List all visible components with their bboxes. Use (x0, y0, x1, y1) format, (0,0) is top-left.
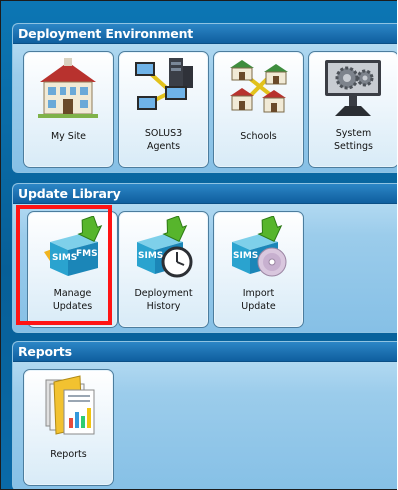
import-update-tile[interactable]: SIMS Import Update (213, 211, 304, 328)
schools-tile[interactable]: Schools (213, 51, 304, 168)
reports-icon (45, 375, 95, 435)
my-site-label: My Site (50, 131, 87, 142)
sims-badge-text: SIMS (233, 251, 258, 261)
deployment-history-tile[interactable]: SIMS Deployment History (118, 211, 209, 328)
section-header-reports: Reports (13, 342, 397, 362)
deployment-history-icon: SIMS (137, 216, 193, 278)
schools-network-icon (230, 60, 288, 113)
school-house-icon (38, 58, 98, 118)
deployment-environment-section: Deployment Environment My Site SOLUS3 Ag… (12, 23, 397, 173)
my-site-tile[interactable]: My Site (23, 51, 114, 168)
reports-label: Reports (50, 449, 87, 460)
solus3-agents-tile[interactable]: SOLUS3 Agents (118, 51, 209, 168)
main-window: Deployment Environment My Site SOLUS3 Ag… (0, 0, 397, 490)
system-settings-label: System Settings (334, 128, 373, 152)
gears-monitor-icon (325, 60, 381, 116)
section-header-update-library: Update Library (13, 184, 397, 204)
reports-section: Reports Reports (12, 341, 397, 489)
deployment-history-label: Deployment History (134, 288, 193, 312)
manage-updates-highlight-box (16, 205, 112, 325)
solus3-agents-label: SOLUS3 Agents (144, 128, 183, 152)
system-settings-tile[interactable]: System Settings (308, 51, 397, 168)
sims-badge-text: SIMS (138, 251, 163, 261)
schools-label: Schools (240, 131, 277, 142)
section-header-deployment-environment: Deployment Environment (13, 24, 397, 44)
import-update-label: Import Update (241, 288, 276, 312)
network-agents-icon (135, 58, 193, 110)
reports-tile[interactable]: Reports (23, 369, 114, 486)
import-update-icon: SIMS (232, 216, 287, 277)
